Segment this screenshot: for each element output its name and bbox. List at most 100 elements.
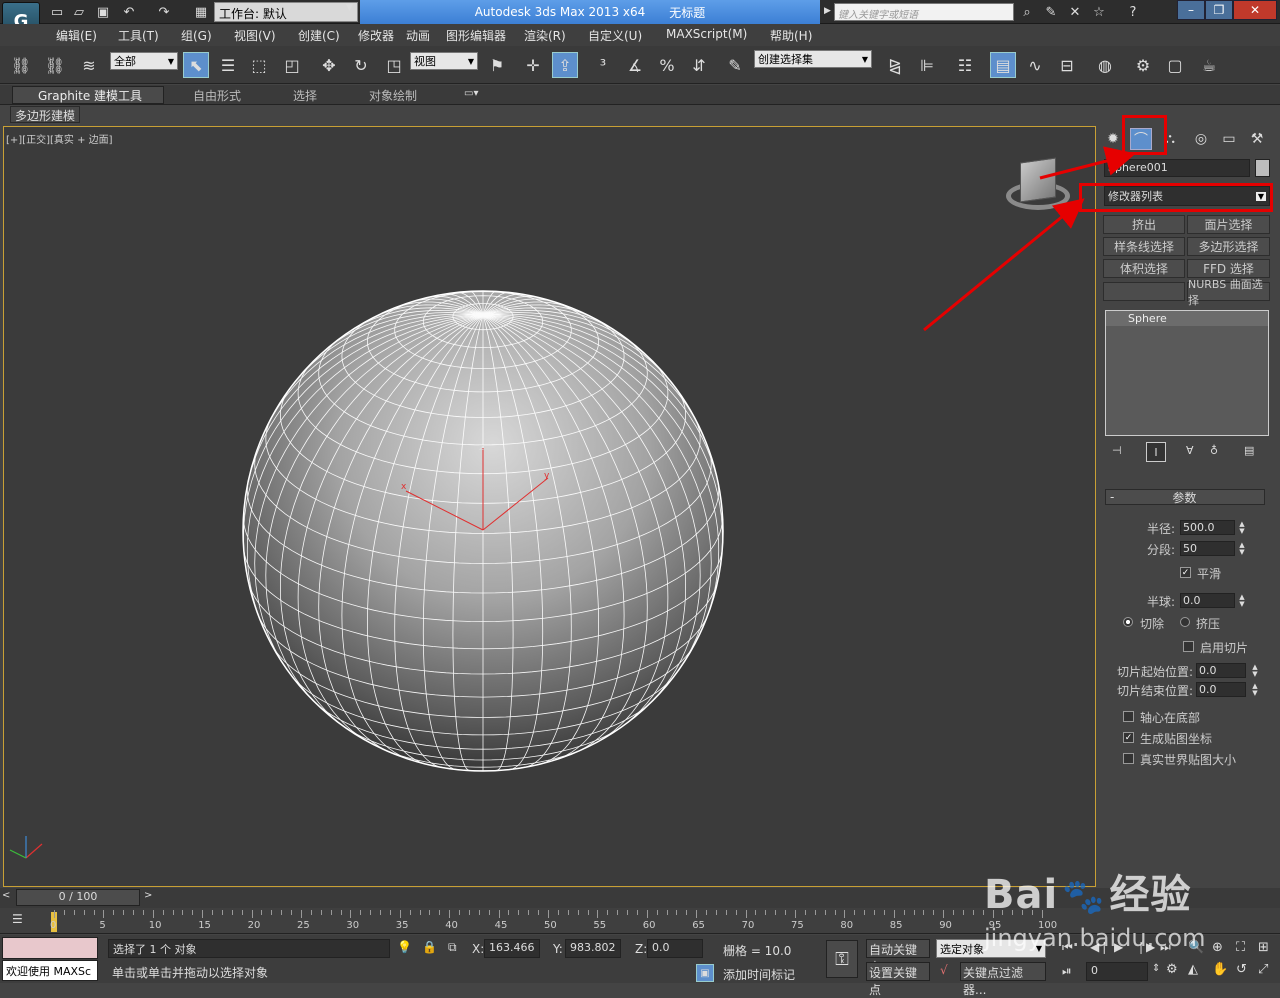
menu-edit[interactable]: 编辑(E) [56,27,97,44]
squash-radio[interactable] [1180,617,1190,627]
make-unique-icon[interactable]: ∀ [1186,444,1194,457]
viewport-label[interactable]: [+][正交][真实 + 边面] [6,131,113,146]
selection-filter-dropdown[interactable]: 全部 ▼ [110,52,178,70]
orbit-icon[interactable]: ↺ [1236,962,1247,977]
key-filters-button[interactable]: 关键点过滤器... [960,962,1046,997]
hemisphere-spinner-icon[interactable]: ▲ ▼ [1237,593,1247,608]
ribbon-tab-graphite[interactable]: Graphite 建模工具 [38,87,142,104]
real-world-map-checkbox[interactable] [1123,753,1134,764]
communication-icon[interactable]: ✕ [1066,3,1084,21]
generate-mapping-checkbox[interactable]: ✓ [1123,732,1134,743]
menu-graph-editors[interactable]: 图形编辑器 [446,27,506,44]
percent-snap-icon[interactable]: % [654,52,680,78]
unlink-icon[interactable]: ⛓ [42,52,68,78]
ribbon-tab-object-paint[interactable]: 对象绘制 [369,87,417,104]
menu-tools[interactable]: 工具(T) [118,27,159,44]
maximize-button[interactable]: ❐ [1205,0,1233,20]
graphite-toggle-icon[interactable]: ▤ [990,52,1016,78]
rendered-frame-window-icon[interactable]: ▢ [1162,52,1188,78]
selection-lock-icon[interactable]: 🔒 [422,940,437,954]
hemisphere-input[interactable]: 0.0 [1180,593,1235,608]
set-key-icon[interactable]: ⚿ [826,940,858,978]
time-tag-icon[interactable]: ▣ [696,964,714,982]
slice-to-spinner-icon[interactable]: ▲ ▼ [1250,682,1260,697]
display-tab-icon[interactable]: ▭ [1218,128,1240,150]
modifier-poly-select-button[interactable]: 多边形选择 [1187,237,1270,256]
pin-stack-icon[interactable]: ⊣ [1112,444,1122,457]
isolate-selection-icon[interactable]: 💡 [397,940,412,954]
show-end-result-icon[interactable]: Ⅰ [1146,442,1166,462]
minimize-button[interactable]: – [1177,0,1205,20]
zoom-extents-all-icon[interactable]: ⊞ [1258,940,1269,955]
smooth-checkbox[interactable]: ✓ [1180,567,1191,578]
modifier-patch-select-button[interactable]: 面片选择 [1187,215,1270,234]
material-editor-icon[interactable]: ◍ [1092,52,1118,78]
absolute-mode-icon[interactable]: ⧉ [448,940,457,955]
schematic-view-icon[interactable]: ⊟ [1054,52,1080,78]
slice-on-checkbox[interactable] [1183,641,1194,652]
chop-radio[interactable] [1123,617,1133,627]
maxscript-listener-mini[interactable] [2,937,98,959]
radius-spinner-icon[interactable]: ▲ ▼ [1237,520,1247,535]
menu-rendering[interactable]: 渲染(R) [524,27,566,44]
select-object-icon[interactable]: ⬉ [183,52,209,78]
new-file-icon[interactable]: ▭ [48,3,66,21]
x-coord-field[interactable]: 163.466 [484,939,540,958]
menu-create[interactable]: 创建(C) [298,27,340,44]
menu-customize[interactable]: 自定义(U) [588,27,642,44]
favorites-star-icon[interactable]: ☆ [1090,3,1108,21]
modifier-nurbs-select-button[interactable]: NURBS 曲面选择 [1187,278,1270,307]
curve-editor-icon[interactable]: ∿ [1022,52,1048,78]
close-button[interactable]: ✕ [1233,0,1277,20]
ribbon-tab-freeform[interactable]: 自由形式 [193,87,241,104]
save-icon[interactable]: ▣ [94,3,112,21]
maximize-viewport-icon[interactable]: ⤢ [1258,962,1268,977]
pivot-center-icon[interactable]: ⚑ [484,52,510,78]
subscription-icon[interactable]: ✎ [1042,3,1060,21]
project-folder-icon[interactable]: ▦ [192,3,210,21]
workspace-dropdown[interactable]: 工作台: 默认 [214,2,358,22]
menu-maxscript[interactable]: MAXScript(M) [666,27,747,41]
angle-snap-icon[interactable]: ∡ [622,52,648,78]
menu-views[interactable]: 视图(V) [234,27,276,44]
object-color-swatch[interactable] [1255,159,1270,177]
ribbon-subtab-polygon-modeling[interactable]: 多边形建模 [10,106,80,123]
named-selection-sets-dropdown[interactable]: 创建选择集 ▼ [754,50,872,68]
rollout-parameters-header[interactable]: - 参数 [1105,489,1265,505]
base-to-pivot-checkbox[interactable] [1123,711,1134,722]
edit-named-selection-icon[interactable]: ✎ [722,52,748,78]
remove-modifier-icon[interactable]: ♁ [1210,444,1218,457]
ribbon-options-icon[interactable]: ▭▾ [464,88,478,99]
layer-manager-icon[interactable]: ☷ [952,52,978,78]
ribbon-tab-selection[interactable]: 选择 [293,87,317,104]
snaps-toggle-icon[interactable]: ³ [590,52,616,78]
motion-tab-icon[interactable]: ◎ [1190,128,1212,150]
keyboard-shortcut-override-icon[interactable]: ⇪ [552,52,578,78]
time-prev-icon[interactable]: < [2,890,10,901]
rectangular-selection-icon[interactable]: ⬚ [246,52,272,78]
mirror-icon[interactable]: ⧎ [882,52,908,78]
scale-icon[interactable]: ◳ [381,52,407,78]
utilities-tab-icon[interactable]: ⚒ [1246,128,1268,150]
menu-help[interactable]: 帮助(H) [770,27,812,44]
slice-from-spinner-icon[interactable]: ▲ ▼ [1250,663,1260,678]
select-manipulate-icon[interactable]: ✛ [520,52,546,78]
render-teapot-icon[interactable]: ☕ [1196,52,1222,78]
radius-input[interactable]: 500.0 [1180,520,1235,535]
set-key-button[interactable]: 设置关键点 [866,962,930,997]
menu-modifiers[interactable]: 修改器 [358,27,394,44]
zoom-extents-icon[interactable]: ⛶ [1236,940,1245,955]
spinner-snap-icon[interactable]: ⇵ [686,52,712,78]
render-setup-icon[interactable]: ⚙ [1130,52,1156,78]
menu-animation[interactable]: 动画 [406,27,430,44]
configure-modifier-sets-icon[interactable]: ▤ [1244,444,1254,457]
slice-from-input[interactable]: 0.0 [1196,663,1246,678]
reference-coordinate-dropdown[interactable]: 视图 ▼ [410,52,478,70]
undo-icon[interactable]: ↶ [120,3,138,21]
link-icon[interactable]: ⛓ [8,52,34,78]
segments-spinner-icon[interactable]: ▲ ▼ [1237,541,1247,556]
pan-view-icon[interactable]: ✋ [1212,962,1228,977]
workspace-arrow-icon[interactable]: ▼ [346,3,353,13]
zoom-all-icon[interactable]: ⊕ [1212,940,1223,955]
key-filters-icon[interactable]: √ [940,963,948,977]
